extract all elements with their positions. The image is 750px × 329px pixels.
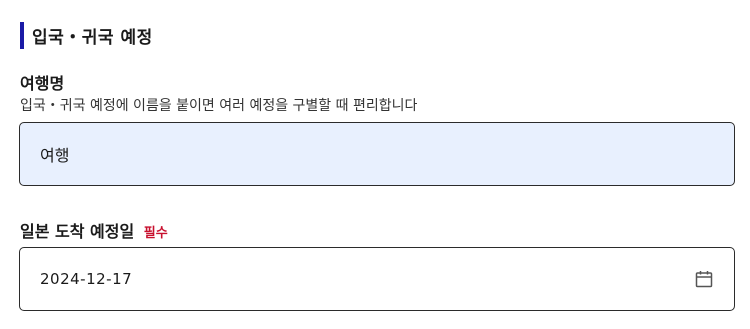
arrival-date-value: 2024-12-17 [40,270,133,288]
section-header: 입국・귀국 예정 [20,22,153,49]
trip-name-label: 여행명 [20,74,65,93]
calendar-icon[interactable] [694,269,714,289]
section-accent-bar [20,22,24,49]
arrival-date-input[interactable]: 2024-12-17 [19,247,735,311]
trip-name-input[interactable] [19,122,735,186]
trip-name-hint: 입국・귀국 예정에 이름을 붙이면 여러 예정을 구별할 때 편리합니다 [20,98,418,114]
required-badge: 필수 [143,226,168,241]
section-title: 입국・귀국 예정 [32,28,153,48]
arrival-date-label: 일본 도착 예정일 [20,222,135,241]
arrival-date-label-row: 일본 도착 예정일 필수 [20,218,168,242]
